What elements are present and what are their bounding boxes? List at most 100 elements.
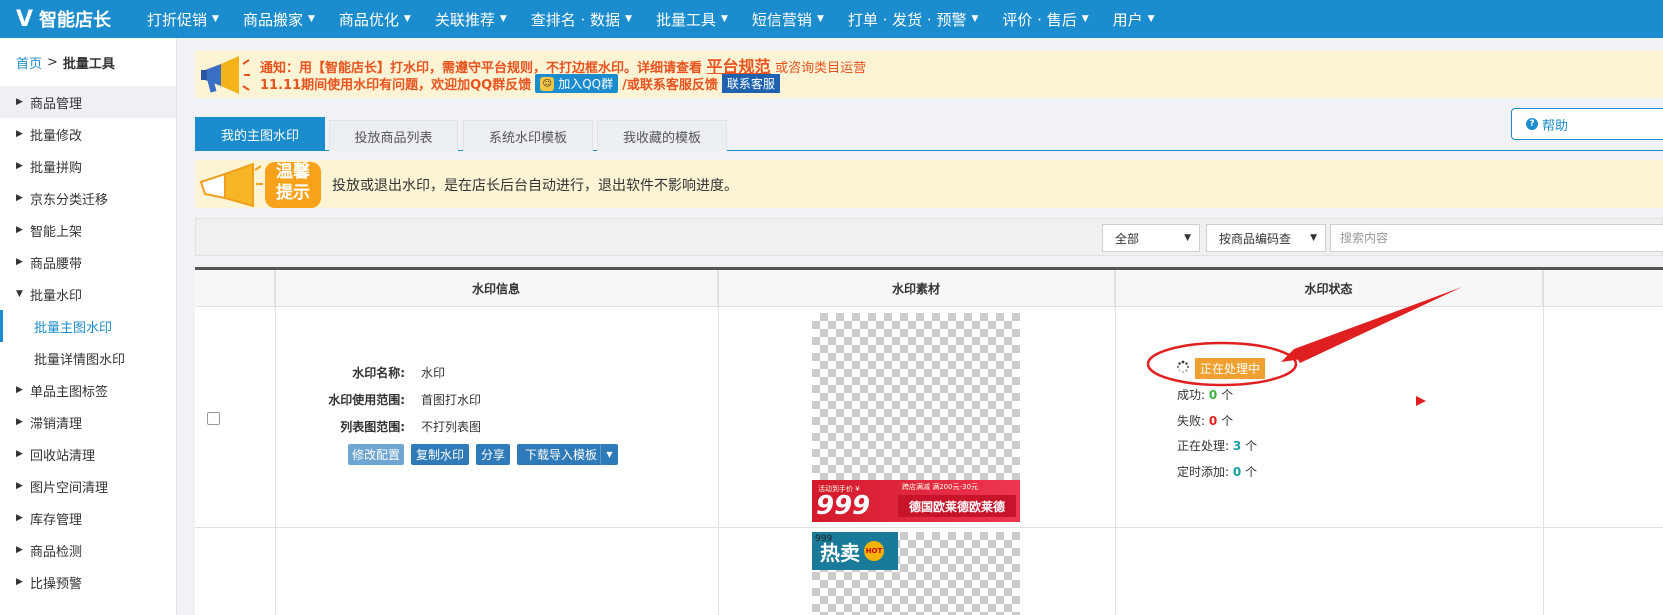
nav-item-move[interactable]: 商品搬家 ▼: [231, 0, 327, 38]
watermark-table: 水印信息 水印素材 水印状态 水印名称: 水印 水印使用范围: 首图打水印 列表…: [195, 267, 1663, 615]
sidebar-item-label: 批量水印: [30, 288, 83, 304]
qq-icon: ☺: [540, 76, 555, 91]
watermark-material-image[interactable]: 活动到手价 ¥ 跨店满减 满200元-30元 999 德国欧莱德欧莱德: [812, 313, 1020, 522]
breadcrumb-home-link[interactable]: 首页: [16, 53, 42, 72]
nav-label: 商品搬家: [242, 10, 303, 29]
watermark-material-image-2[interactable]: 热卖 HOT 999: [812, 532, 1020, 615]
caret-down-icon[interactable]: ▼: [600, 444, 618, 465]
nav-item-user[interactable]: 用户 ▼: [1101, 0, 1167, 38]
banner-small-right-text: 跨店满减 满200元-30元: [902, 483, 979, 491]
status-filter-select[interactable]: 全部 ▼: [1102, 224, 1200, 252]
tip-text: 投放或退出水印，是在店长后台自动进行，退出软件不影响进度。: [332, 178, 738, 194]
nav-label: 商品优化: [338, 10, 399, 29]
sidebar-item-label: 智能上架: [30, 224, 83, 240]
search-input[interactable]: [1330, 224, 1663, 252]
sidebar-item-batch-watermark[interactable]: ▼ 批量水印: [0, 278, 176, 310]
hot-badge-icon: HOT: [864, 541, 884, 561]
sidebar-item-label: 单品主图标签: [30, 384, 109, 400]
tab-favorite-templates[interactable]: 我收藏的模板: [597, 120, 727, 151]
sidebar-item-label: 商品检测: [30, 544, 83, 560]
sidebar-item-product-management[interactable]: ▶ 商品管理: [0, 86, 176, 118]
row-select-checkbox[interactable]: [207, 412, 220, 425]
sidebar-item-detail-image-watermark[interactable]: 批量详情图水印: [0, 342, 176, 374]
nav-item-optimize[interactable]: 商品优化 ▼: [327, 0, 423, 38]
chevron-down-icon: ▼: [721, 14, 728, 24]
caret-right-icon: ▶: [16, 97, 23, 107]
caret-right-icon: ▶: [16, 129, 23, 139]
table-header-material: 水印素材: [718, 270, 1115, 307]
tip-badge-line2: 提示: [276, 183, 310, 203]
caret-right-icon: ▶: [16, 193, 23, 203]
logo-mark-icon: V: [16, 6, 34, 32]
status-filter-value: 全部: [1115, 231, 1140, 246]
watermark-name-value: 水印: [421, 366, 446, 380]
list-image-scope-label: 列表图范围:: [340, 420, 405, 434]
contact-service-button[interactable]: 联系客服: [721, 74, 780, 93]
chevron-down-icon: ▼: [212, 14, 219, 24]
sidebar-item-main-image-watermark[interactable]: 批量主图水印: [0, 310, 176, 342]
sidebar-item-product-belt[interactable]: ▶ 商品腰带: [0, 246, 176, 278]
tab-placed-products[interactable]: 投放商品列表: [329, 120, 458, 151]
tab-my-main-watermark[interactable]: 我的主图水印: [195, 117, 325, 151]
notice-line-1-suffix: 或咨询类目运营: [775, 61, 867, 76]
nav-item-recommend[interactable]: 关联推荐 ▼: [423, 0, 519, 38]
sidebar-item-recycle-cleanup[interactable]: ▶ 回收站清理: [0, 438, 176, 470]
nav-item-reviews[interactable]: 评价 · 售后 ▼: [990, 0, 1100, 38]
chevron-down-icon: ▼: [625, 14, 632, 24]
sidebar-item-smart-listing[interactable]: ▶ 智能上架: [0, 214, 176, 246]
tab-bar: 我的主图水印 投放商品列表 系统水印模板 我收藏的模板: [195, 117, 1663, 151]
success-label: 成功:: [1177, 388, 1206, 402]
sidebar-item-single-main-label[interactable]: ▶ 单品主图标签: [0, 374, 176, 406]
sidebar-item-jd-category-migrate[interactable]: ▶ 京东分类迁移: [0, 182, 176, 214]
sidebar-item-image-space-cleanup[interactable]: ▶ 图片空间清理: [0, 470, 176, 502]
main-content: 通知：用【智能店长】打水印，需遵守平台规则，不打边框水印。详细请查看 平台规范 …: [195, 38, 1663, 615]
download-template-button[interactable]: 下载导入模板 ▼: [517, 444, 618, 465]
chevron-down-icon: ▼: [971, 14, 979, 24]
sidebar-item-label: 回收站清理: [30, 448, 96, 464]
share-button[interactable]: 分享: [476, 444, 510, 465]
column-divider: [275, 270, 276, 615]
watermark-scope-label: 水印使用范围:: [328, 393, 405, 407]
notice-banner: 通知：用【智能店长】打水印，需遵守平台规则，不打边框水印。详细请查看 平台规范 …: [195, 50, 1663, 98]
nav-item-batch-tools[interactable]: 批量工具 ▼: [644, 0, 740, 38]
search-mode-select[interactable]: 按商品编码查 ▼: [1206, 224, 1326, 252]
sidebar-item-inventory[interactable]: ▶ 库存管理: [0, 502, 176, 534]
caret-right-icon: ▶: [16, 449, 23, 459]
logo[interactable]: V 智能店长: [0, 0, 135, 38]
chevron-down-icon: ▼: [1081, 14, 1089, 24]
sidebar-item-warning[interactable]: ▶ 比操预警: [0, 566, 176, 598]
sidebar-item-label: 比操预警: [30, 576, 83, 592]
table-header-info: 水印信息: [275, 270, 718, 307]
nav-item-shipping[interactable]: 打单 · 发货 · 预警 ▼: [836, 0, 991, 38]
tab-system-templates[interactable]: 系统水印模板: [463, 120, 593, 151]
sidebar: 首页 > 批量工具 ▶ 商品管理 ▶ 批量修改 ▶ 批量拼购 ▶ 京东分类迁移 ▶ 智能上…: [0, 38, 177, 615]
fail-count: 失败: 0 个: [1177, 412, 1233, 429]
success-count: 成功: 0 个: [1177, 386, 1233, 403]
nav-item-ranking[interactable]: 查排名 · 数据 ▼: [519, 0, 644, 38]
watermark-scope-value: 首图打水印: [421, 393, 482, 407]
nav-label: 查排名 · 数据: [530, 10, 621, 29]
sidebar-item-batch-group-buy[interactable]: ▶ 批量拼购: [0, 150, 176, 182]
breadcrumb: 首页 > 批量工具: [0, 38, 176, 86]
caret-right-icon: ▶: [16, 225, 23, 235]
edit-config-button[interactable]: 修改配置: [348, 444, 404, 465]
nav-item-sms[interactable]: 短信营销 ▼: [740, 0, 836, 38]
join-qq-group-label: 加入QQ群: [558, 77, 614, 91]
filter-bar: 全部 ▼ 按商品编码查 ▼: [195, 218, 1663, 256]
nav-item-discount[interactable]: 打折促销 ▼: [135, 0, 231, 38]
caret-right-icon: ▶: [16, 161, 23, 171]
tiny-price-text: 999: [815, 534, 833, 544]
fail-value: 0: [1208, 414, 1218, 428]
join-qq-group-button[interactable]: ☺ 加入QQ群: [535, 74, 619, 93]
megaphone-icon: [201, 56, 250, 94]
sidebar-item-slow-sale-cleanup[interactable]: ▶ 滞销清理: [0, 406, 176, 438]
top-navbar: V 智能店长 打折促销 ▼ 商品搬家 ▼ 商品优化 ▼ 关联推荐 ▼ 查排名 · 数据 ▼…: [0, 0, 1663, 38]
copy-watermark-button[interactable]: 复制水印: [411, 444, 469, 465]
loading-spinner-icon: [1176, 360, 1190, 373]
count-unit: 个: [1221, 414, 1234, 428]
sidebar-item-product-check[interactable]: ▶ 商品检测: [0, 534, 176, 566]
scheduled-value: 0: [1232, 465, 1242, 479]
chevron-down-icon: ▼: [1310, 233, 1317, 243]
sidebar-item-batch-edit[interactable]: ▶ 批量修改: [0, 118, 176, 150]
sidebar-item-label: 商品管理: [30, 96, 83, 112]
